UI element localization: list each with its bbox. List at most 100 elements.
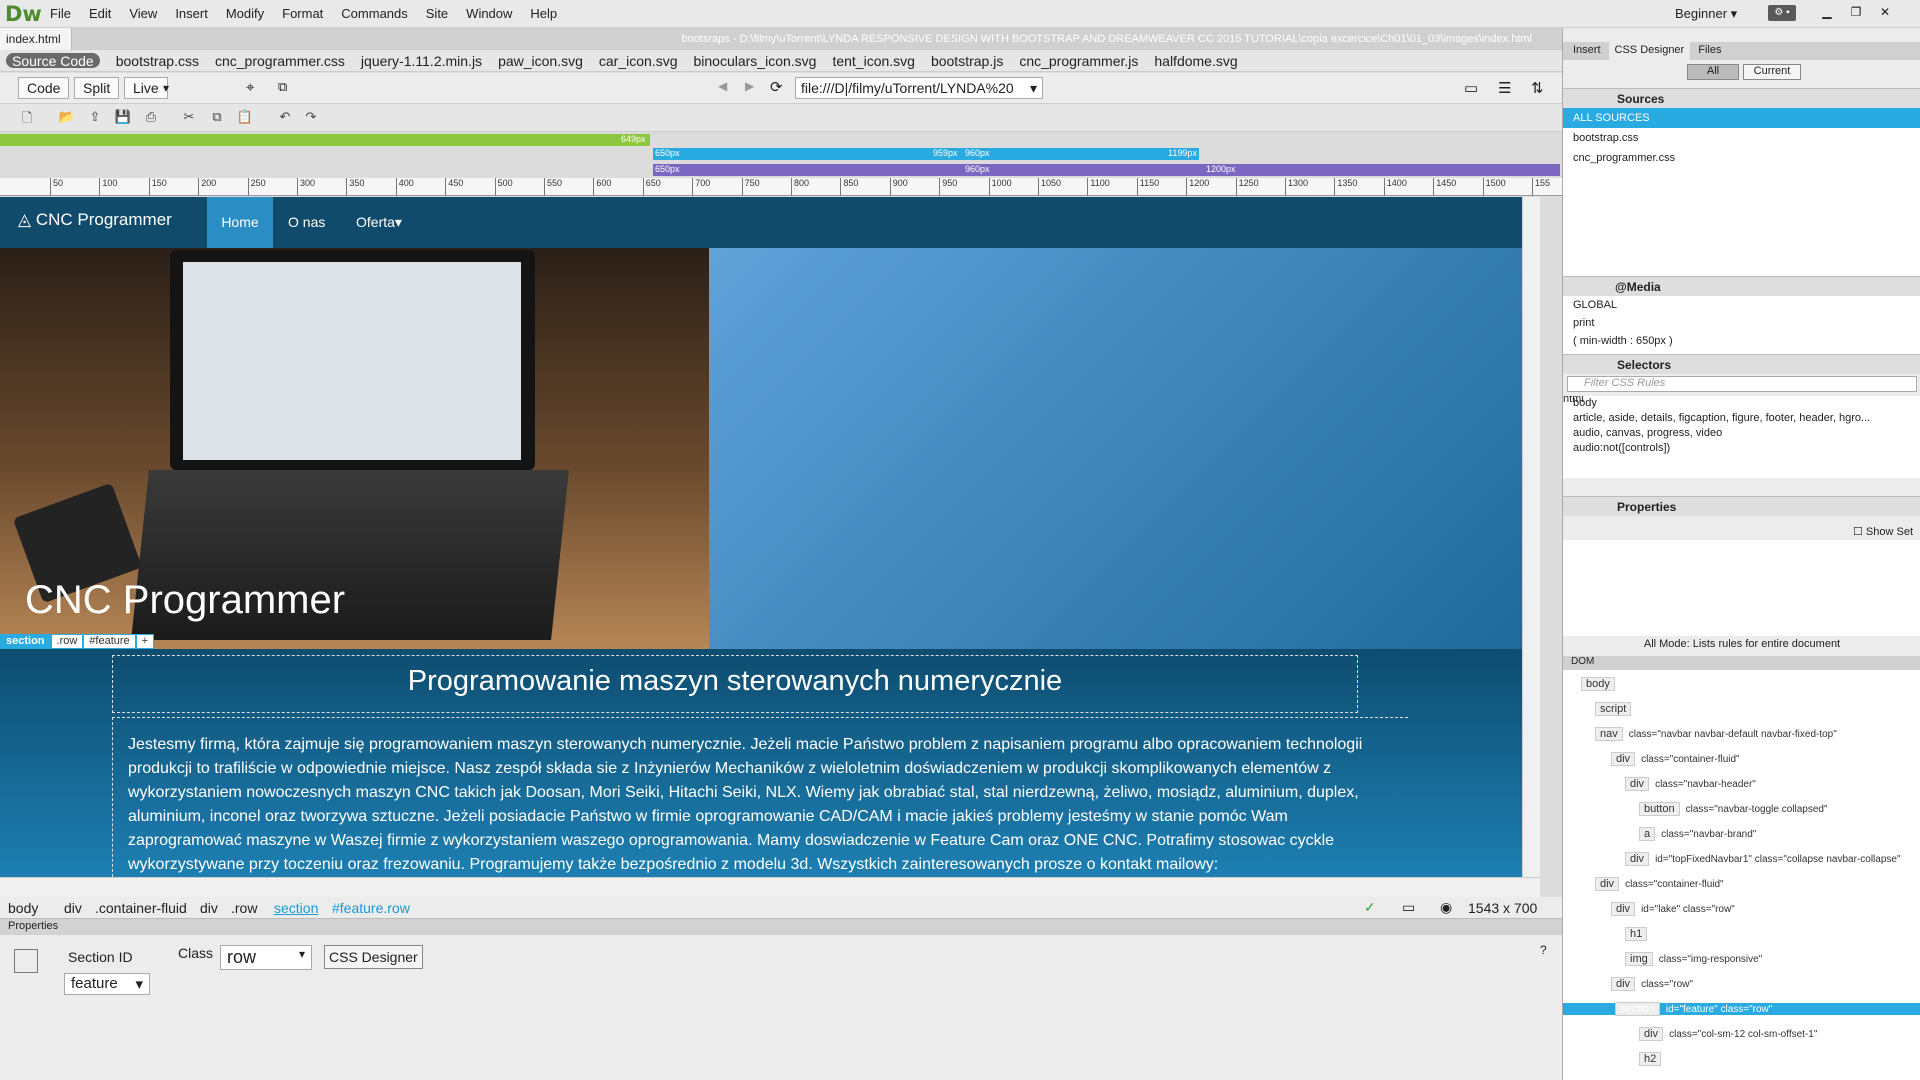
dom-node[interactable]: div class="row" (1611, 977, 1693, 991)
tag-div[interactable]: div (64, 900, 82, 916)
dom-node[interactable]: h1 (1625, 927, 1653, 941)
minimize-icon[interactable]: ▁ (1816, 3, 1838, 21)
media-item[interactable]: ( min-width : 650px ) (1563, 332, 1920, 350)
source-item[interactable]: bootstrap.css (1563, 128, 1920, 148)
paste-icon[interactable]: 📋 (236, 109, 254, 125)
horizontal-scrollbar[interactable] (0, 877, 1540, 897)
selector-item[interactable]: audio, canvas, progress, video (1563, 426, 1920, 441)
related-file[interactable]: cnc_programmer.js (1019, 53, 1138, 69)
related-file[interactable]: cnc_programmer.css (215, 53, 345, 69)
source-item[interactable]: cnc_programmer.css (1563, 148, 1920, 168)
related-file[interactable]: bootstrap.css (116, 53, 199, 69)
tab-insert[interactable]: Insert (1567, 42, 1607, 60)
dom-node[interactable]: div class="container-fluid" (1611, 752, 1740, 766)
tag-section[interactable]: section (274, 900, 318, 916)
sync-settings-icon[interactable]: ⚙ ▪ (1768, 5, 1796, 21)
dom-tab[interactable]: DOM (1563, 656, 1920, 670)
workspace-switcher[interactable]: Beginner ▾ (1675, 6, 1737, 22)
media-item[interactable]: GLOBAL (1563, 296, 1920, 314)
refresh-icon[interactable]: ⟳ (770, 78, 783, 96)
restore-icon[interactable]: ❐ (1845, 3, 1867, 21)
all-button[interactable]: All (1687, 64, 1739, 80)
preview-icon[interactable]: ⧉ (278, 79, 287, 95)
dom-node[interactable]: section id="feature" class="row" (1563, 1002, 1920, 1016)
tag-container-fluid[interactable]: .container-fluid (95, 900, 187, 916)
live-view-button[interactable]: Live (124, 77, 168, 99)
copy-icon[interactable]: ⧉ (208, 109, 226, 125)
filter-css-rules-input[interactable]: Filter CSS Rules (1567, 376, 1917, 392)
source-item[interactable]: ALL SOURCES (1563, 108, 1920, 128)
menu-format[interactable]: Format (282, 6, 323, 21)
menu-modify[interactable]: Modify (226, 6, 264, 21)
dom-node[interactable]: img class="img-responsive" (1625, 952, 1762, 966)
dom-node[interactable]: a class="navbar-brand" (1639, 827, 1756, 841)
related-file[interactable]: halfdome.svg (1154, 53, 1237, 69)
tag-div[interactable]: div (200, 900, 218, 916)
related-file[interactable]: binoculars_icon.svg (693, 53, 816, 69)
media-query-bar-range[interactable]: 650px 959px 960px 1199px (653, 148, 1199, 160)
menu-help[interactable]: Help (530, 6, 557, 21)
related-file[interactable]: car_icon.svg (599, 53, 678, 69)
nav-home[interactable]: Home (207, 197, 273, 248)
open-icon[interactable]: 📂 (58, 109, 76, 125)
current-button[interactable]: Current (1743, 64, 1801, 80)
address-bar[interactable]: file:///D|/filmy/uTorrent/LYNDA%20 ▾ (795, 77, 1043, 99)
menu-edit[interactable]: Edit (89, 6, 111, 21)
section-id-select[interactable]: feature ▾ (64, 973, 150, 995)
feature-section[interactable]: Programowanie maszyn sterowanych numeryc… (0, 649, 1522, 877)
dom-node[interactable]: body (1581, 677, 1621, 691)
dom-node[interactable]: button class="navbar-toggle collapsed" (1639, 802, 1828, 816)
menu-site[interactable]: Site (426, 6, 448, 21)
redo-icon[interactable]: ↷ (302, 109, 320, 125)
menu-file[interactable]: File (50, 6, 71, 21)
forward-icon[interactable]: ▶ (745, 79, 754, 93)
window-size[interactable]: 1543 x 700 (1468, 900, 1537, 916)
media-item[interactable]: print (1563, 314, 1920, 332)
related-file[interactable]: paw_icon.svg (498, 53, 583, 69)
menu-window[interactable]: Window (466, 6, 512, 21)
tab-files[interactable]: Files (1692, 42, 1727, 60)
navbar-brand[interactable]: ◬ CNC Programmer (18, 210, 172, 230)
menu-commands[interactable]: Commands (341, 6, 407, 21)
dom-node[interactable]: nav class="navbar navbar-default navbar-f… (1595, 727, 1837, 741)
nav-o-nas[interactable]: O nas (288, 214, 325, 230)
hud-class[interactable]: .row (50, 634, 84, 649)
css-designer-button[interactable]: CSS Designer (324, 945, 423, 969)
live-dropdown-icon[interactable]: ▾ (163, 81, 169, 95)
dom-node[interactable]: div class="container-fluid" (1595, 877, 1724, 891)
globe-icon[interactable]: ◉ (1440, 899, 1452, 916)
menu-view[interactable]: View (129, 6, 157, 21)
sort-icon[interactable]: ⇅ (1531, 79, 1544, 97)
file-management-icon[interactable]: ☰ (1498, 79, 1511, 97)
class-select[interactable]: row ▾ (220, 945, 312, 970)
related-file[interactable]: bootstrap.js (931, 53, 1003, 69)
selector-item[interactable]: article, aside, details, figcaption, fig… (1563, 411, 1920, 426)
close-icon[interactable]: ✕ (1874, 3, 1896, 21)
hud-add-button[interactable]: + (135, 634, 155, 649)
menu-insert[interactable]: Insert (175, 6, 208, 21)
save-icon[interactable]: 💾 (114, 109, 132, 125)
tag-row[interactable]: .row (231, 900, 257, 916)
new-document-icon[interactable]: 🗋 (18, 109, 36, 125)
help-icon[interactable]: ? (1540, 943, 1547, 957)
related-file[interactable]: jquery-1.11.2.min.js (361, 53, 482, 69)
related-source-code[interactable]: Source Code (6, 53, 100, 69)
window-size-icon[interactable]: ▭ (1464, 79, 1478, 97)
hud-tag[interactable]: section (0, 634, 51, 649)
upload-icon[interactable]: ⇪ (86, 109, 104, 125)
dom-node[interactable]: div class="navbar-header" (1625, 777, 1756, 791)
print-icon[interactable]: ⎙ (142, 109, 160, 125)
nav-oferta[interactable]: Oferta▾ (356, 214, 402, 231)
related-file[interactable]: tent_icon.svg (832, 53, 915, 69)
media-query-bar-min[interactable]: 650px 960px 1200px (653, 164, 1560, 176)
dom-node[interactable]: script (1595, 702, 1637, 716)
vertical-scrollbar[interactable] (1522, 197, 1540, 877)
tag-feature-row[interactable]: #feature.row (332, 900, 410, 916)
dom-node[interactable]: div class="col-sm-12 col-sm-offset-1" (1639, 1027, 1817, 1041)
cut-icon[interactable]: ✂ (180, 109, 198, 125)
tab-css-designer[interactable]: CSS Designer (1608, 42, 1691, 60)
feature-heading[interactable]: Programowanie maszyn sterowanych numeryc… (112, 665, 1358, 698)
feature-paragraph[interactable]: Jestesmy firmą, która zajmuje się progra… (128, 733, 1394, 877)
dom-node[interactable]: h2 (1639, 1052, 1667, 1066)
device-icon[interactable]: ▭ (1402, 899, 1415, 916)
